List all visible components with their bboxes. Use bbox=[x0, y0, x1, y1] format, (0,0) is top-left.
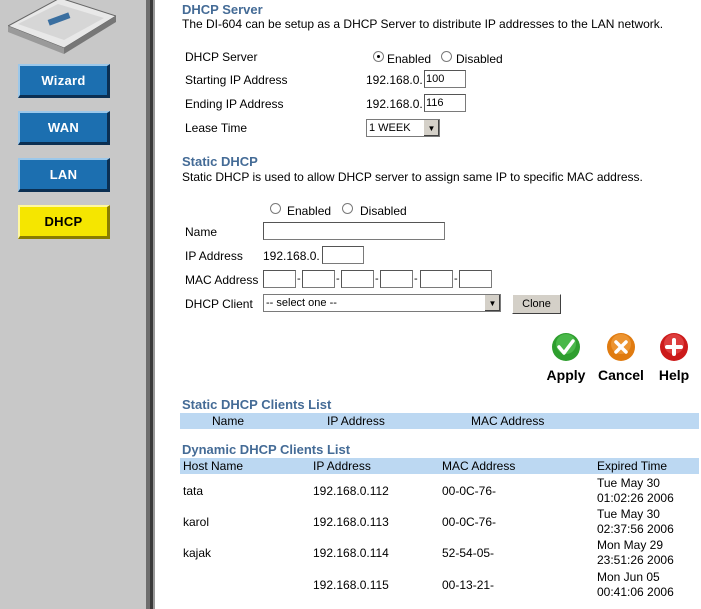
dynamic-clients-header: Host Name IP Address MAC Address Expired… bbox=[180, 458, 699, 474]
lease-time-label: Lease Time bbox=[185, 121, 248, 135]
sidebar: Wizard WAN LAN DHCP bbox=[0, 0, 146, 609]
dhcp-server-disabled-label: Disabled bbox=[456, 52, 503, 66]
lease-time-select[interactable]: 1 WEEK ▼ bbox=[366, 119, 440, 137]
col-expired-time: Expired Time bbox=[597, 459, 668, 473]
expired-time-cell: 01:02:26 2006 bbox=[597, 491, 674, 505]
mac-octet-6-input[interactable] bbox=[459, 270, 492, 288]
dhcp-client-select[interactable]: -- select one -- ▼ bbox=[263, 294, 501, 312]
mac-octet-5-input[interactable] bbox=[420, 270, 453, 288]
static-ip-label: IP Address bbox=[185, 249, 243, 263]
expired-time-cell: 23:51:26 2006 bbox=[597, 553, 674, 567]
starting-ip-label: Starting IP Address bbox=[185, 73, 288, 87]
sidebar-divider-light bbox=[153, 0, 155, 609]
mac-separator: - bbox=[336, 273, 340, 285]
static-dhcp-enabled-label: Enabled bbox=[287, 204, 332, 218]
expired-date-cell: Mon May 29 bbox=[597, 538, 664, 552]
mac-separator: - bbox=[375, 273, 379, 285]
dynamic-clients-title: Dynamic DHCP Clients List bbox=[182, 442, 351, 457]
nav-dhcp-button[interactable]: DHCP bbox=[18, 205, 110, 239]
mac-octet-3-input[interactable] bbox=[341, 270, 374, 288]
static-dhcp-disabled-radio[interactable] bbox=[342, 203, 353, 214]
nav-wizard-button[interactable]: Wizard bbox=[18, 64, 110, 98]
chevron-down-icon[interactable]: ▼ bbox=[423, 120, 439, 136]
dhcp-client-value: -- select one -- bbox=[266, 297, 337, 309]
checkmark-icon bbox=[552, 333, 580, 361]
static-ip-input[interactable] bbox=[322, 246, 364, 264]
col-mac-address: MAC Address bbox=[471, 414, 545, 428]
ending-ip-label: Ending IP Address bbox=[185, 97, 284, 111]
mac-octet-4-input[interactable] bbox=[380, 270, 413, 288]
clone-button[interactable]: Clone bbox=[512, 294, 561, 314]
mac-separator: - bbox=[454, 273, 458, 285]
help-button[interactable]: Help bbox=[649, 332, 699, 383]
starting-ip-prefix: 192.168.0. bbox=[366, 73, 423, 87]
ip-cell: 192.168.0.113 bbox=[313, 515, 389, 529]
mac-cell: 52-54-05- bbox=[442, 546, 495, 560]
mac-cell: 00-0C-76- bbox=[442, 515, 497, 529]
mac-octet-1-input[interactable] bbox=[263, 270, 296, 288]
dhcp-server-description: The DI-604 can be setup as a DHCP Server… bbox=[182, 17, 664, 31]
col-host-name: Host Name bbox=[183, 459, 244, 473]
dhcp-server-enabled-label: Enabled bbox=[387, 52, 432, 66]
dhcp-client-label: DHCP Client bbox=[185, 297, 253, 311]
nav-wan-button[interactable]: WAN bbox=[18, 111, 110, 145]
static-dhcp-disabled-label: Disabled bbox=[360, 204, 407, 218]
ip-cell: 192.168.0.114 bbox=[313, 546, 389, 560]
lease-time-value: 1 WEEK bbox=[369, 122, 411, 134]
expired-date-cell: Mon Jun 05 bbox=[597, 570, 660, 584]
dhcp-server-enabled-radio[interactable] bbox=[373, 51, 384, 62]
static-clients-header: Name IP Address MAC Address bbox=[180, 413, 699, 429]
apply-label: Apply bbox=[546, 367, 586, 383]
cancel-button[interactable]: Cancel bbox=[596, 332, 646, 383]
col-mac-address: MAC Address bbox=[442, 459, 516, 473]
expired-time-cell: 02:37:56 2006 bbox=[597, 522, 674, 536]
static-clients-title: Static DHCP Clients List bbox=[182, 397, 332, 412]
ip-cell: 192.168.0.115 bbox=[313, 578, 389, 592]
static-dhcp-enabled-radio[interactable] bbox=[270, 203, 281, 214]
mac-address-label: MAC Address bbox=[185, 273, 259, 287]
mac-cell: 00-0C-76- bbox=[442, 484, 497, 498]
host-name-cell: karol bbox=[183, 515, 210, 529]
mac-cell: 00-13-21- bbox=[442, 578, 495, 592]
expired-date-cell: Tue May 30 bbox=[597, 476, 660, 490]
ip-cell: 192.168.0.112 bbox=[313, 484, 389, 498]
dhcp-server-title: DHCP Server bbox=[182, 2, 263, 17]
help-plus-icon bbox=[660, 333, 688, 361]
expired-date-cell: Tue May 30 bbox=[597, 507, 660, 521]
mac-separator: - bbox=[297, 273, 301, 285]
static-name-input[interactable] bbox=[263, 222, 445, 240]
host-name-cell: kajak bbox=[183, 546, 212, 560]
static-dhcp-title: Static DHCP bbox=[182, 154, 258, 169]
expired-time-cell: 00:41:06 2006 bbox=[597, 585, 674, 599]
apply-button[interactable]: Apply bbox=[541, 332, 591, 383]
dhcp-server-label: DHCP Server bbox=[185, 50, 258, 64]
host-name-cell: tata bbox=[183, 484, 204, 498]
ending-ip-input[interactable]: 116 bbox=[424, 94, 466, 112]
mac-separator: - bbox=[414, 273, 418, 285]
col-name: Name bbox=[212, 414, 245, 428]
col-ip-address: IP Address bbox=[313, 459, 371, 473]
ending-ip-prefix: 192.168.0. bbox=[366, 97, 423, 111]
col-ip-address: IP Address bbox=[327, 414, 385, 428]
close-icon bbox=[607, 333, 635, 361]
router-device-image bbox=[8, 0, 116, 54]
help-label: Help bbox=[658, 367, 690, 383]
nav-lan-button[interactable]: LAN bbox=[18, 158, 110, 192]
cancel-label: Cancel bbox=[598, 367, 644, 383]
dhcp-server-disabled-radio[interactable] bbox=[441, 51, 452, 62]
starting-ip-input[interactable]: 100 bbox=[424, 70, 466, 88]
static-name-label: Name bbox=[185, 225, 218, 239]
mac-octet-2-input[interactable] bbox=[302, 270, 335, 288]
static-ip-prefix: 192.168.0. bbox=[263, 249, 320, 263]
static-dhcp-description: Static DHCP is used to allow DHCP server… bbox=[182, 170, 643, 184]
chevron-down-icon[interactable]: ▼ bbox=[484, 295, 500, 311]
